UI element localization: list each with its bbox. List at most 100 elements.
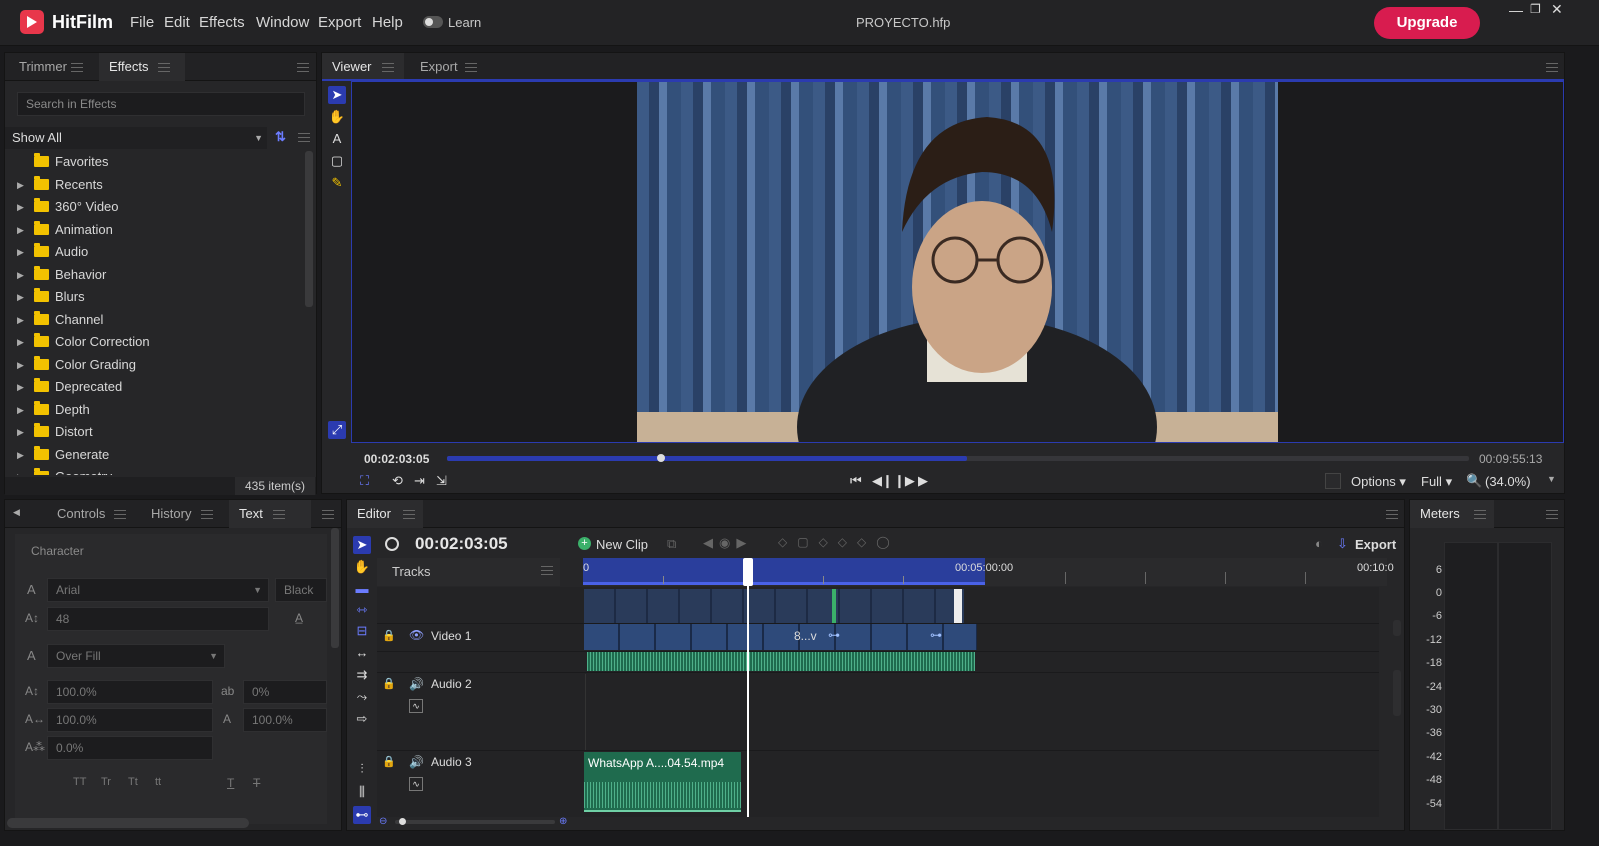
playhead[interactable] (747, 559, 749, 817)
fill-dropdown[interactable]: Over Fill ▼ (47, 644, 225, 668)
vertical-scale-input[interactable]: 100.0% (47, 680, 213, 704)
all-caps-button[interactable]: TT (73, 776, 86, 788)
tree-item[interactable]: ▶ Behavior (5, 264, 295, 286)
slip-tool-icon[interactable]: ▬ (353, 580, 371, 598)
insert-icon[interactable]: ⇥ (414, 473, 425, 489)
chevron-down-icon[interactable]: ▼ (1547, 474, 1556, 484)
grid-icon[interactable] (1325, 473, 1341, 489)
safe-area-icon[interactable]: ⛶ (360, 473, 369, 489)
tree-item[interactable]: ▶ Animation (5, 219, 295, 241)
speaker-icon[interactable]: 🔊 (409, 755, 424, 769)
menu-export[interactable]: Export (318, 14, 361, 31)
select-tool-icon[interactable]: ➤ (353, 536, 371, 554)
render-icon[interactable]: ◐ (1315, 536, 1323, 551)
tab-menu-icon[interactable] (382, 63, 394, 72)
tab-scroll-left-icon[interactable]: ◀ (13, 507, 20, 518)
tab-effects[interactable]: Effects (99, 53, 185, 81)
playhead-handle[interactable] (743, 558, 753, 586)
go-to-start-icon[interactable]: ⏮ (850, 473, 862, 489)
razor-tool-icon[interactable]: ⤳ (353, 688, 371, 706)
timeline-zoom-slider[interactable] (395, 818, 555, 825)
tree-item[interactable]: ▶ Color Correction (5, 331, 295, 353)
panel-menu-icon[interactable] (297, 63, 309, 72)
link-toggle-icon[interactable]: ⊷ (353, 806, 371, 824)
panel-menu-icon[interactable] (1546, 63, 1558, 72)
options-dropdown[interactable]: Options ▾ (1351, 474, 1406, 490)
pen-tool-icon[interactable]: ✎ (328, 174, 346, 192)
plus-icon[interactable]: + (578, 537, 591, 550)
font-dropdown[interactable]: Arial ▼ (47, 578, 269, 602)
slide-tool-icon[interactable]: ⇿ (353, 601, 371, 619)
text-scrollbar[interactable] (331, 528, 339, 648)
keyframe-controls[interactable]: ◀◉▶ (703, 535, 752, 551)
effects-scrollbar[interactable] (305, 151, 313, 307)
text-tool-icon[interactable]: A (328, 130, 346, 148)
zoom-dropdown[interactable]: (34.0%) (1485, 474, 1531, 489)
tree-item[interactable]: ▶ Audio (5, 241, 295, 263)
timeline-vscroll[interactable] (1393, 620, 1401, 636)
menu-effects[interactable]: Effects (199, 14, 245, 31)
lock-icon[interactable]: 🔒 (382, 755, 396, 768)
tab-trimmer[interactable]: Trimmer (9, 53, 97, 81)
minimize-icon[interactable]: — (1509, 2, 1523, 18)
zoom-icon[interactable]: 🔍 (1466, 473, 1482, 489)
viewer-scrub-bar[interactable] (447, 454, 1469, 462)
video-clip[interactable]: 8...v ⊶ ⊶ (584, 624, 977, 650)
close-icon[interactable]: ✕ (1551, 1, 1563, 18)
panel-menu-icon[interactable] (322, 510, 334, 519)
panel-menu-icon[interactable] (1546, 510, 1558, 519)
tab-menu-icon[interactable] (71, 63, 83, 72)
marker-controls[interactable]: ◇▢◇◇◇◯ (778, 535, 900, 549)
zoom-in-icon[interactable]: ⊕ (559, 816, 567, 827)
tree-item[interactable]: ▶ Blurs (5, 286, 295, 308)
tab-menu-icon[interactable] (201, 510, 213, 519)
lock-icon[interactable]: 🔒 (382, 629, 396, 642)
tab-menu-icon[interactable] (158, 63, 170, 72)
menu-file[interactable]: File (130, 14, 154, 31)
tree-item[interactable]: ▶Geometry (5, 466, 295, 475)
rate-stretch-icon[interactable]: ⇉ (353, 666, 371, 684)
tab-menu-icon[interactable] (273, 510, 285, 519)
tree-item[interactable]: ▶ Generate (5, 444, 295, 466)
small-caps-button[interactable]: Tr (101, 776, 111, 788)
ripple-tool-icon[interactable]: ⊟ (353, 622, 371, 640)
mixer-icon[interactable]: ⫶ (353, 760, 371, 778)
export-button[interactable]: Export (1355, 537, 1396, 552)
overlay-icon[interactable]: ⇲ (436, 473, 447, 489)
step-forward-icon[interactable]: ❙▶ (894, 473, 915, 489)
panel-menu-icon[interactable] (1386, 510, 1398, 519)
audio-clip[interactable]: WhatsApp A....04.54.mp4 (584, 752, 741, 812)
lowercase-button[interactable]: tt (155, 776, 161, 788)
menu-window[interactable]: Window (256, 14, 309, 31)
snap-icon[interactable]: ⫼ (353, 783, 371, 801)
lock-icon[interactable]: 🔒 (382, 677, 396, 690)
text-hscrollbar[interactable] (7, 818, 249, 828)
waveform-icon[interactable]: ∿ (409, 699, 423, 713)
effects-search-input[interactable]: Search in Effects (17, 92, 305, 116)
title-case-button[interactable]: Tt (128, 776, 138, 788)
loop-icon[interactable]: ⟲ (392, 473, 403, 489)
tree-item[interactable]: ▶ Depth (5, 399, 295, 421)
strikethrough-icon[interactable]: T (253, 776, 260, 790)
font-size-input[interactable]: 48 (47, 607, 269, 631)
eye-icon[interactable]: 👁 (409, 628, 424, 642)
quality-dropdown[interactable]: Full ▾ (1421, 474, 1452, 490)
tab-menu-icon[interactable] (465, 63, 477, 72)
tree-item[interactable]: ▶ Deprecated (5, 376, 295, 398)
tab-text[interactable]: Text (229, 500, 311, 528)
tree-item[interactable]: ▶ 360° Video (5, 196, 295, 218)
font-weight-dropdown[interactable]: Black (275, 578, 327, 602)
tab-history[interactable]: History (141, 500, 227, 528)
tab-menu-icon[interactable] (1474, 510, 1486, 519)
text-color-icon[interactable]: A̲ (295, 611, 303, 625)
maximize-icon[interactable]: ❐ (1530, 2, 1541, 16)
list-menu-icon[interactable] (298, 133, 310, 142)
tree-item[interactable]: ▶ Channel (5, 309, 295, 331)
roll-tool-icon[interactable]: ↔ (353, 644, 371, 662)
editor-timecode[interactable]: 00:02:03:05 (415, 534, 508, 554)
tree-item[interactable]: ▶ Distort (5, 421, 295, 443)
hand-tool-icon[interactable]: ✋ (328, 108, 346, 126)
baseline-input[interactable]: 0.0% (47, 736, 213, 760)
horizontal-scale-input[interactable]: 100.0% (47, 708, 213, 732)
timeline-ruler[interactable]: 0 00:05:00:00 00:10:0 (583, 558, 1394, 586)
